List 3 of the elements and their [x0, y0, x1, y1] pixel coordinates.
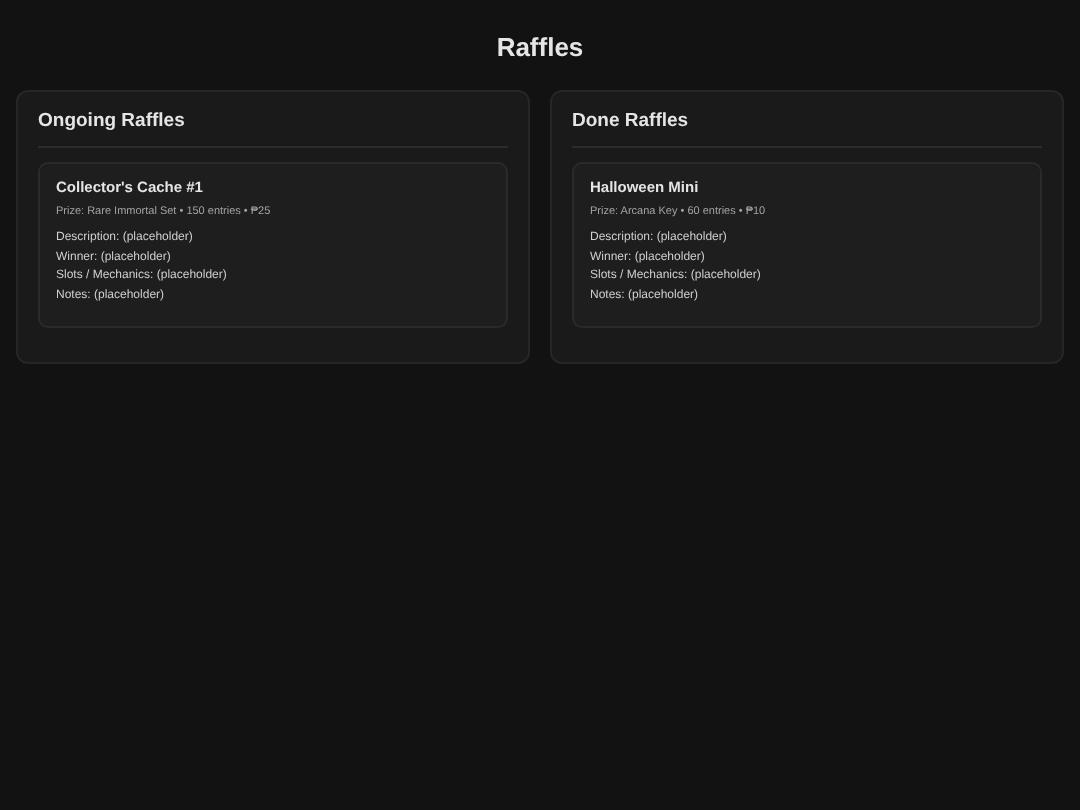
section-heading: Ongoing Raffles — [38, 110, 185, 134]
section-heading: Done Raffles — [572, 110, 689, 134]
page-title: Raffles — [496, 30, 584, 66]
